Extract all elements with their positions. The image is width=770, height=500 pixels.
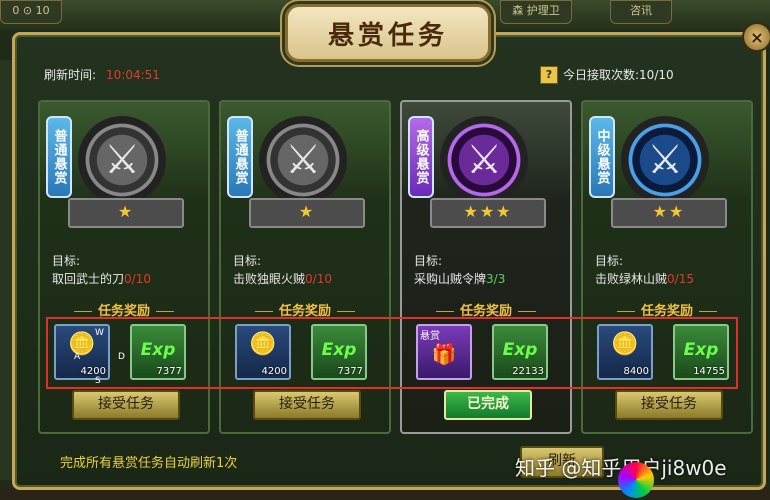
reward-highlight-frame bbox=[46, 317, 738, 389]
tier-badge: 普通悬赏 bbox=[227, 116, 253, 198]
daily-count-value: 10/10 bbox=[639, 68, 674, 82]
star-rating: ★ bbox=[249, 198, 365, 228]
target-progress: 0/15 bbox=[667, 272, 694, 286]
target-label: 目标: bbox=[52, 254, 81, 268]
refresh-label: 刷新时间: bbox=[44, 68, 97, 82]
target-label: 目标: bbox=[595, 254, 624, 268]
star-rating: ★★ bbox=[611, 198, 727, 228]
crossed-swords-emblem: ⚔ bbox=[78, 116, 166, 204]
overlay-key-w: W bbox=[95, 328, 104, 338]
target-description: 取回武士的刀 bbox=[52, 272, 125, 286]
accept-task-button[interactable]: 接受任务 bbox=[253, 390, 361, 420]
crossed-swords-emblem: ⚔ bbox=[621, 116, 709, 204]
target-label: 目标: bbox=[233, 254, 262, 268]
accept-task-button[interactable]: 接受任务 bbox=[615, 390, 723, 420]
completed-button: 已完成 bbox=[444, 390, 532, 420]
flower-logo-icon bbox=[618, 462, 654, 498]
hud-chip-mid[interactable]: 森 护理卫 bbox=[500, 0, 572, 24]
hud-chip-left: 0 ⊙ 10 bbox=[0, 0, 62, 24]
target-text: 采购山贼令牌3/3 bbox=[414, 270, 505, 287]
target-label: 目标: bbox=[414, 254, 443, 268]
daily-count-label: 今日接取次数: bbox=[563, 68, 640, 82]
target-text: 击败独眼火贼0/10 bbox=[233, 270, 332, 287]
crossed-swords-icon: ⚔ bbox=[104, 137, 140, 183]
target-text: 取回武士的刀0/10 bbox=[52, 270, 151, 287]
crossed-swords-emblem: ⚔ bbox=[259, 116, 347, 204]
hud-chip-news[interactable]: 咨讯 bbox=[610, 0, 672, 24]
auto-refresh-note: 完成所有悬赏任务自动刷新1次 bbox=[60, 456, 238, 471]
panel-title: 悬赏任务 bbox=[285, 4, 491, 62]
help-icon[interactable]: ? bbox=[540, 66, 558, 84]
target-description: 击败绿林山贼 bbox=[595, 272, 668, 286]
crossed-swords-emblem: ⚔ bbox=[440, 116, 528, 204]
target-description: 击败独眼火贼 bbox=[233, 272, 306, 286]
target-progress: 0/10 bbox=[305, 272, 332, 286]
tier-badge: 普通悬赏 bbox=[46, 116, 72, 198]
target-description: 采购山贼令牌 bbox=[414, 272, 487, 286]
overlay-key-a: A bbox=[74, 352, 81, 362]
accept-task-button[interactable]: 接受任务 bbox=[72, 390, 180, 420]
overlay-key-s: S bbox=[95, 376, 101, 386]
target-text: 击败绿林山贼0/15 bbox=[595, 270, 694, 287]
refresh-time: 10:04:51 bbox=[106, 68, 160, 82]
tier-badge: 中级悬赏 bbox=[589, 116, 615, 198]
refresh-timer: 刷新时间: 10:04:51 bbox=[44, 66, 160, 83]
overlay-key-d: D bbox=[118, 352, 125, 362]
close-button[interactable]: × bbox=[742, 22, 770, 52]
tier-badge: 高级悬赏 bbox=[408, 116, 434, 198]
target-progress: 0/10 bbox=[124, 272, 151, 286]
crossed-swords-icon: ⚔ bbox=[466, 137, 502, 183]
star-rating: ★ bbox=[68, 198, 184, 228]
crossed-swords-icon: ⚔ bbox=[285, 137, 321, 183]
target-progress: 3/3 bbox=[486, 272, 506, 286]
star-rating: ★★★ bbox=[430, 198, 546, 228]
crossed-swords-icon: ⚔ bbox=[647, 137, 683, 183]
daily-accept-count: 今日接取次数:10/10 bbox=[563, 66, 674, 83]
